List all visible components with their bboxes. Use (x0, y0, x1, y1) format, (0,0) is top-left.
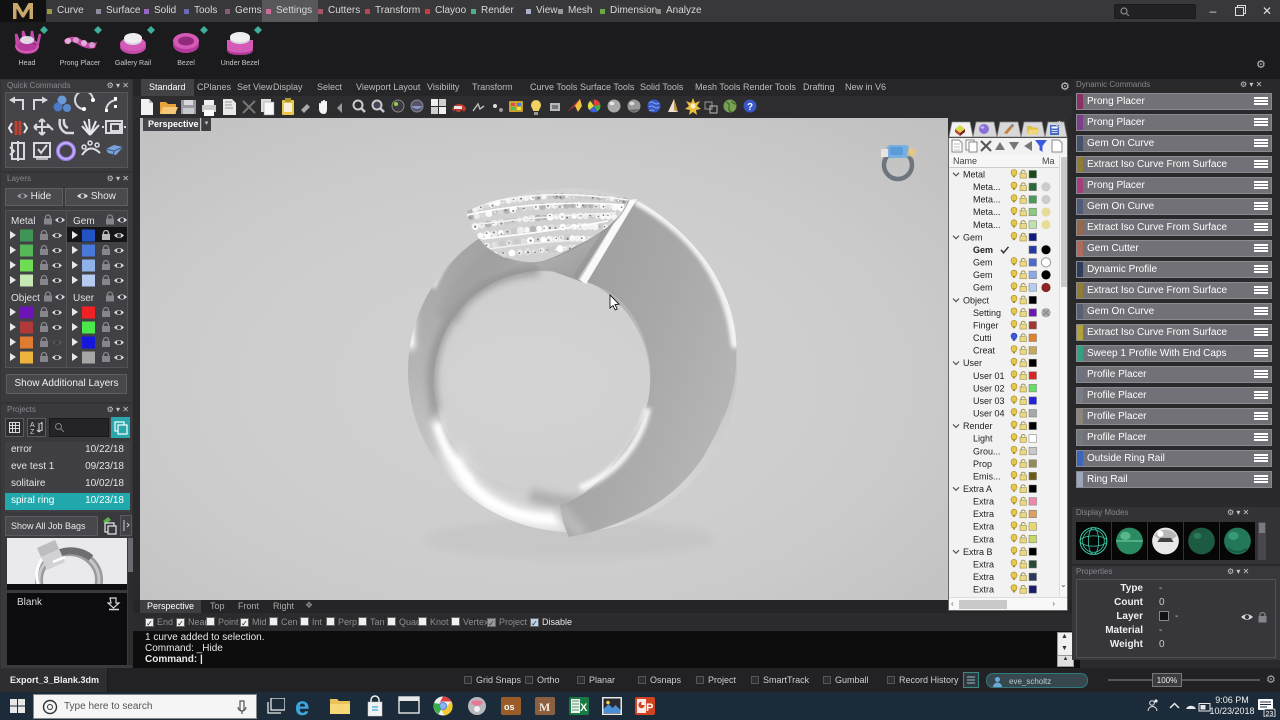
svg-text:Gem: Gem (973, 245, 993, 255)
svg-text:Render: Render (963, 421, 993, 431)
svg-text:Extra: Extra (973, 497, 994, 507)
svg-text:Extra: Extra (973, 522, 994, 532)
svg-text:Emis...: Emis... (973, 471, 1001, 481)
svg-text:Extra: Extra (973, 560, 994, 570)
svg-text:Gem: Gem (973, 270, 993, 280)
svg-text:Z: Z (30, 429, 35, 436)
svg-text:X: X (580, 702, 588, 714)
svg-text:Finger: Finger (973, 321, 999, 331)
svg-text:Extra A: Extra A (963, 484, 992, 494)
svg-text:Meta...: Meta... (973, 195, 1001, 205)
svg-text:Object: Object (11, 293, 40, 304)
svg-text:Cutti: Cutti (973, 333, 992, 343)
svg-text:e: e (296, 695, 309, 719)
svg-text:User: User (963, 358, 982, 368)
svg-text:Extra: Extra (973, 585, 994, 595)
svg-text:Meta...: Meta... (973, 207, 1001, 217)
svg-text:?: ? (747, 102, 753, 113)
svg-text:Extra B: Extra B (963, 547, 993, 557)
svg-text:os: os (504, 702, 515, 712)
svg-text:User 02: User 02 (973, 383, 1005, 393)
svg-text:Gem: Gem (73, 216, 95, 227)
svg-text:Creat: Creat (973, 346, 996, 356)
svg-text:Meta...: Meta... (973, 220, 1001, 230)
svg-text:Extra: Extra (973, 509, 994, 519)
svg-text:User 03: User 03 (973, 396, 1005, 406)
svg-text:Grou...: Grou... (973, 446, 1001, 456)
svg-text:Metal: Metal (11, 216, 35, 227)
svg-text:Setting: Setting (973, 308, 1001, 318)
svg-text:Prop: Prop (973, 459, 992, 469)
svg-text:Gem: Gem (963, 232, 983, 242)
svg-text:23: 23 (1266, 711, 1274, 717)
svg-text:Meta...: Meta... (973, 182, 1001, 192)
svg-text:P: P (646, 702, 653, 714)
svg-text:User: User (73, 293, 95, 304)
svg-text:Metal: Metal (963, 170, 985, 180)
svg-text:Extra: Extra (973, 534, 994, 544)
svg-text:M: M (539, 700, 550, 714)
svg-text:Gem: Gem (973, 283, 993, 293)
svg-text:Object: Object (963, 295, 990, 305)
svg-text:User 01: User 01 (973, 371, 1005, 381)
svg-text:A: A (30, 422, 35, 429)
svg-text:User 04: User 04 (973, 409, 1005, 419)
svg-text:Light: Light (973, 434, 993, 444)
svg-text:Extra: Extra (973, 572, 994, 582)
svg-text:Gem: Gem (973, 258, 993, 268)
